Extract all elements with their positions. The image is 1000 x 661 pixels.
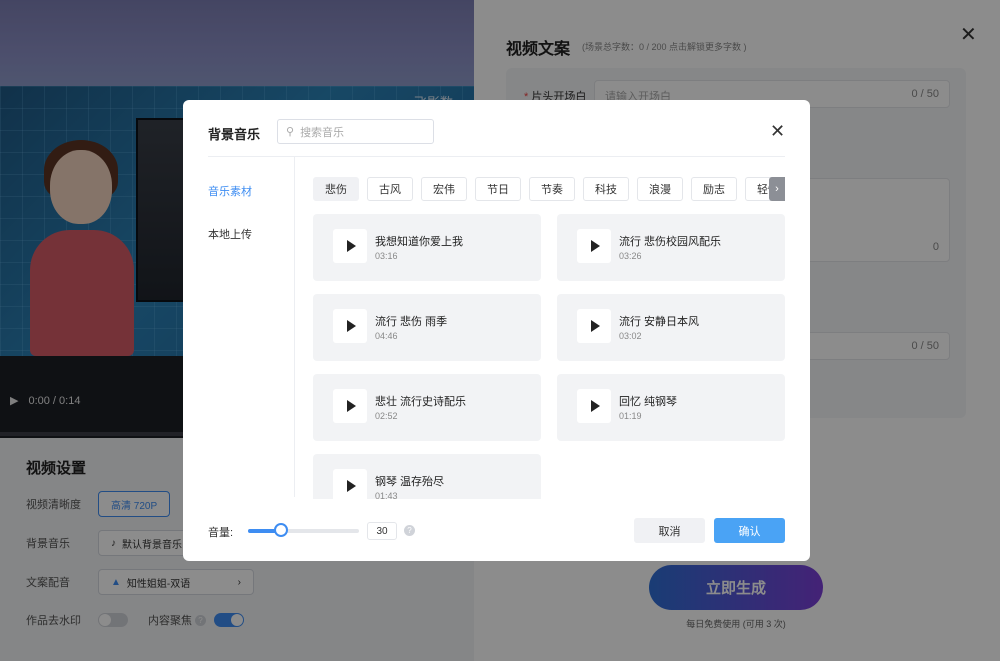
background-music-modal: 背景音乐 ⚲ 搜索音乐 ✕ 音乐素材 本地上传 悲伤 古风 宏伟 节日 节奏 科…: [183, 100, 810, 561]
cancel-button[interactable]: 取消: [634, 518, 705, 543]
confirm-button[interactable]: 确认: [714, 518, 785, 543]
play-icon[interactable]: [577, 309, 611, 343]
play-icon[interactable]: [333, 389, 367, 423]
track-card[interactable]: 悲壮 流行史诗配乐 02:52: [313, 374, 541, 441]
track-card[interactable]: 流行 悲伤 雨季 04:46: [313, 294, 541, 361]
tag-item[interactable]: 励志: [691, 177, 737, 201]
music-search-input[interactable]: ⚲ 搜索音乐: [277, 119, 434, 144]
play-icon[interactable]: [333, 229, 367, 263]
tag-item[interactable]: 悲伤: [313, 177, 359, 201]
volume-slider[interactable]: [248, 523, 359, 537]
tag-item[interactable]: 浪漫: [637, 177, 683, 201]
tag-item[interactable]: 节日: [475, 177, 521, 201]
play-icon[interactable]: [333, 469, 367, 499]
genre-tags: 悲伤 古风 宏伟 节日 节奏 科技 浪漫 励志 轻快: [313, 177, 785, 201]
tag-item[interactable]: 宏伟: [421, 177, 467, 201]
volume-value[interactable]: 30: [367, 522, 397, 540]
play-icon[interactable]: [577, 389, 611, 423]
play-icon[interactable]: [577, 229, 611, 263]
close-icon[interactable]: ✕: [770, 121, 785, 142]
volume-slider-handle[interactable]: [274, 523, 289, 537]
track-card[interactable]: 流行 悲伤校园风配乐 03:26: [557, 214, 785, 281]
tag-item[interactable]: 节奏: [529, 177, 575, 201]
search-icon: ⚲: [286, 126, 295, 138]
track-card[interactable]: 钢琴 温存殆尽 01:43: [313, 454, 541, 499]
play-icon[interactable]: [333, 309, 367, 343]
modal-title: 背景音乐: [208, 127, 261, 142]
tag-item[interactable]: 科技: [583, 177, 629, 201]
track-card[interactable]: 流行 安静日本风 03:02: [557, 294, 785, 361]
track-card[interactable]: 我想知道你爱上我 03:16: [313, 214, 541, 281]
tag-item[interactable]: 古风: [367, 177, 413, 201]
help-icon[interactable]: ?: [404, 525, 415, 536]
volume-label: 音量:: [208, 527, 234, 539]
chevron-right-icon[interactable]: ›: [769, 177, 785, 201]
nav-music-library[interactable]: 音乐素材: [208, 183, 252, 199]
track-card[interactable]: 回忆 纯钢琴 01:19: [557, 374, 785, 441]
nav-local-upload[interactable]: 本地上传: [208, 226, 252, 242]
track-grid: 我想知道你爱上我 03:16 流行 悲伤校园风配乐 03:26 流行 悲伤 雨季…: [313, 214, 785, 499]
